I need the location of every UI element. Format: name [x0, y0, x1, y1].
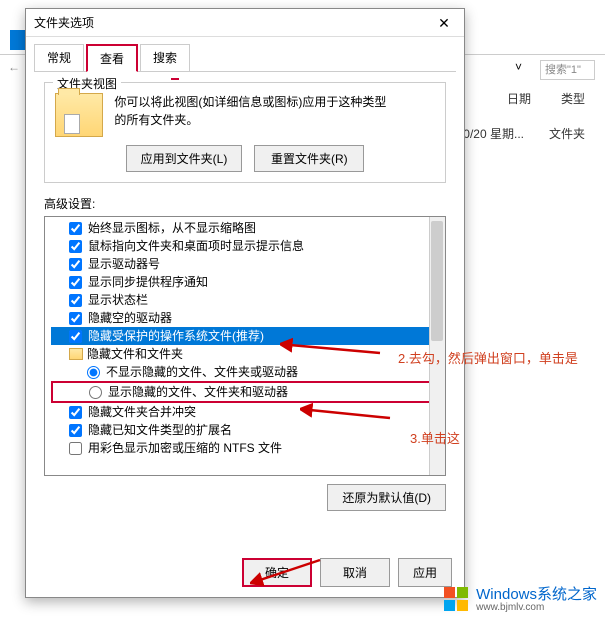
column-date[interactable]: 日期: [507, 90, 531, 107]
tree-item-label: 始终显示图标，从不显示缩略图: [88, 219, 256, 237]
ok-button[interactable]: 确定: [242, 558, 312, 587]
advanced-label: 高级设置:: [44, 195, 446, 212]
tree-item-label: 隐藏受保护的操作系统文件(推荐): [88, 327, 264, 345]
checkbox[interactable]: [69, 406, 82, 419]
tree-item-label: 显示同步提供程序通知: [88, 273, 208, 291]
tree-item[interactable]: 鼠标指向文件夹和桌面项时显示提示信息: [51, 237, 443, 255]
apply-button[interactable]: 应用: [398, 558, 452, 587]
folder-view-group: 文件夹视图 你可以将此视图(如详细信息或图标)应用于这种类型的所有文件夹。 应用…: [44, 82, 446, 183]
close-button[interactable]: ✕: [424, 9, 464, 37]
tab-strip: 常规 查看 搜索: [26, 37, 464, 71]
tab-search[interactable]: 搜索: [140, 44, 190, 72]
tree-item-label: 鼠标指向文件夹和桌面项时显示提示信息: [88, 237, 304, 255]
tree-item-label: 用彩色显示加密或压缩的 NTFS 文件: [88, 439, 282, 457]
radio[interactable]: [87, 366, 100, 379]
annotation-step2: 2.去勾，然后弹出窗口，单击是: [398, 348, 578, 367]
dialog-title: 文件夹选项: [34, 14, 94, 31]
advanced-tree[interactable]: 始终显示图标，从不显示缩略图鼠标指向文件夹和桌面项时显示提示信息显示驱动器号显示…: [44, 216, 446, 476]
tree-item-label: 显示驱动器号: [88, 255, 160, 273]
tree-item[interactable]: 隐藏文件夹合并冲突: [51, 403, 443, 421]
tree-item-label: 隐藏已知文件类型的扩展名: [88, 421, 232, 439]
restore-defaults-button[interactable]: 还原为默认值(D): [327, 484, 446, 511]
apply-to-folders-button[interactable]: 应用到文件夹(L): [126, 145, 243, 172]
search-input[interactable]: 搜索"1": [540, 60, 595, 80]
tree-item[interactable]: 显示状态栏: [51, 291, 443, 309]
watermark-brand: Windows系统之家: [476, 587, 597, 602]
tab-view[interactable]: 查看: [86, 44, 138, 72]
tree-item[interactable]: 用彩色显示加密或压缩的 NTFS 文件: [51, 439, 443, 457]
annotation-step3: 3.单击这: [410, 428, 460, 447]
tree-item-label: 隐藏文件和文件夹: [87, 345, 183, 363]
reset-folders-button[interactable]: 重置文件夹(R): [254, 145, 364, 172]
column-type[interactable]: 类型: [561, 90, 585, 107]
tree-item[interactable]: 隐藏受保护的操作系统文件(推荐): [51, 327, 443, 345]
checkbox[interactable]: [69, 312, 82, 325]
cancel-button[interactable]: 取消: [320, 558, 390, 587]
checkbox[interactable]: [69, 222, 82, 235]
address-dropdown-icon[interactable]: ˅: [515, 60, 530, 75]
checkbox[interactable]: [69, 294, 82, 307]
tree-item[interactable]: 隐藏已知文件类型的扩展名: [51, 421, 443, 439]
folder-icon: [55, 93, 103, 137]
tree-item[interactable]: 不显示隐藏的文件、文件夹或驱动器: [51, 363, 443, 381]
tree-item-label: 显示状态栏: [88, 291, 148, 309]
titlebar: 文件夹选项 ✕: [26, 9, 464, 37]
checkbox[interactable]: [69, 424, 82, 437]
tree-item-label: 不显示隐藏的文件、文件夹或驱动器: [106, 363, 298, 381]
scroll-thumb[interactable]: [431, 221, 443, 341]
windows-logo-icon: [442, 585, 472, 615]
checkbox[interactable]: [69, 258, 82, 271]
tree-item[interactable]: 隐藏文件和文件夹: [51, 345, 443, 363]
folder-options-dialog: 文件夹选项 ✕ 常规 查看 搜索 文件夹视图 你可以将此视图(如详细信息或图标)…: [25, 8, 465, 598]
tree-item[interactable]: 显示同步提供程序通知: [51, 273, 443, 291]
tree-item[interactable]: 显示驱动器号: [51, 255, 443, 273]
tree-item-label: 显示隐藏的文件、文件夹和驱动器: [108, 383, 288, 401]
watermark: Windows系统之家 www.bjmlv.com: [442, 585, 597, 615]
folder-icon: [69, 348, 83, 360]
checkbox[interactable]: [69, 442, 82, 455]
checkbox[interactable]: [69, 240, 82, 253]
tab-general[interactable]: 常规: [34, 44, 84, 72]
watermark-url: www.bjmlv.com: [476, 602, 597, 613]
row-type: 文件夹: [549, 125, 585, 142]
tree-item[interactable]: 显示隐藏的文件、文件夹和驱动器: [51, 381, 443, 403]
radio[interactable]: [89, 386, 102, 399]
checkbox[interactable]: [69, 330, 82, 343]
tree-item[interactable]: 始终显示图标，从不显示缩略图: [51, 219, 443, 237]
tree-item[interactable]: 隐藏空的驱动器: [51, 309, 443, 327]
folder-view-desc: 你可以将此视图(如详细信息或图标)应用于这种类型的所有文件夹。: [114, 93, 394, 129]
nav-back-icon[interactable]: ←: [8, 60, 20, 74]
checkbox[interactable]: [69, 276, 82, 289]
tree-item-label: 隐藏文件夹合并冲突: [88, 403, 196, 421]
tree-item-label: 隐藏空的驱动器: [88, 309, 172, 327]
